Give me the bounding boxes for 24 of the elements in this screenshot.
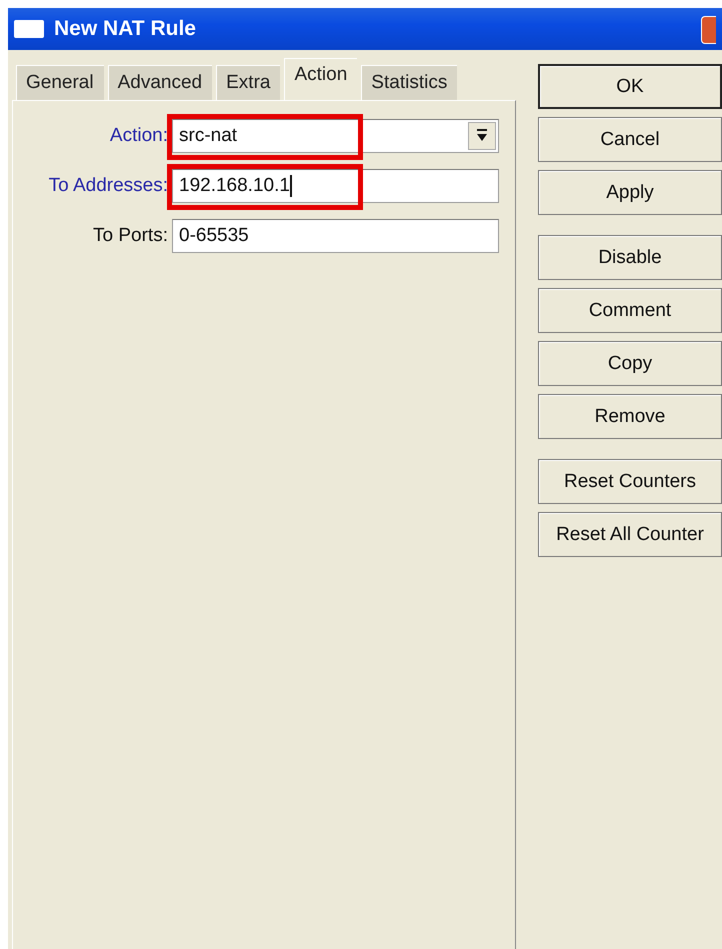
dialog-button[interactable]: Reset All Counter bbox=[538, 512, 722, 557]
tab[interactable]: General bbox=[16, 65, 104, 100]
input-field[interactable]: 192.168.10.1 bbox=[172, 169, 499, 203]
dialog-button[interactable]: Comment bbox=[538, 288, 722, 333]
dialog-button[interactable]: OK bbox=[538, 64, 722, 109]
dialog-button[interactable]: Copy bbox=[538, 341, 722, 386]
window-title: New NAT Rule bbox=[54, 17, 196, 41]
dialog-button[interactable]: Reset Counters bbox=[538, 459, 722, 504]
input-field[interactable]: 0-65535 bbox=[172, 219, 499, 253]
field-label: To Addresses: bbox=[48, 175, 168, 197]
dropdown-field[interactable]: src-nat bbox=[172, 119, 499, 153]
tab[interactable]: Extra bbox=[216, 65, 280, 100]
dialog-button[interactable]: Remove bbox=[538, 394, 722, 439]
tab[interactable]: Statistics bbox=[361, 65, 458, 100]
window-icon bbox=[14, 20, 44, 38]
dialog-button[interactable]: Disable bbox=[538, 235, 722, 280]
close-button[interactable] bbox=[701, 16, 716, 44]
tab[interactable]: Action bbox=[284, 58, 358, 100]
dialog-button[interactable]: Apply bbox=[538, 170, 722, 215]
field-label: Action: bbox=[108, 125, 168, 147]
tab[interactable]: Advanced bbox=[108, 65, 212, 100]
dialog-button[interactable]: Cancel bbox=[538, 117, 722, 162]
dropdown-button[interactable] bbox=[468, 122, 496, 150]
field-label: To Ports: bbox=[92, 225, 168, 247]
